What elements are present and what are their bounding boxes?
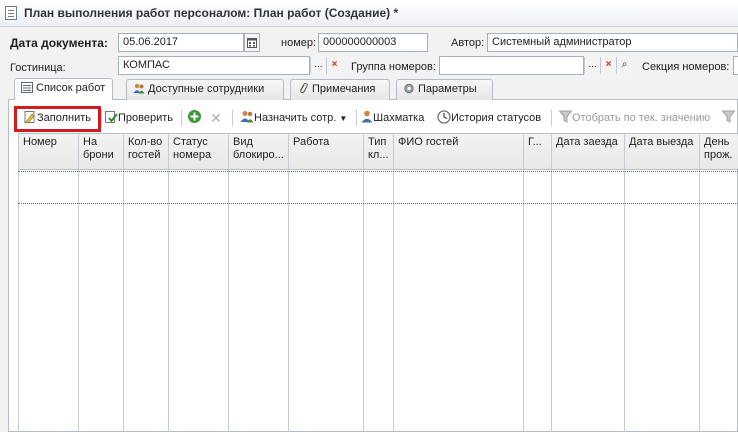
calendar-icon [247, 38, 257, 48]
search-icon[interactable]: ⌕ [616, 57, 632, 74]
number-label: номер: [281, 37, 317, 49]
clock-icon [437, 110, 451, 124]
number-field[interactable]: 000000000003 [318, 33, 428, 52]
room-group-clear-icon[interactable]: × [600, 57, 616, 74]
person-icon [361, 110, 373, 123]
chevron-down-icon: ▼ [339, 114, 348, 123]
filter-by-value-button[interactable]: Отобрать по тек. значению [558, 109, 711, 127]
column-header-room[interactable]: Номер [19, 133, 78, 168]
author-field[interactable]: Системный администратор [487, 33, 738, 52]
chess-board-button[interactable]: Шахматка [361, 109, 424, 127]
tab-label: Примечания [312, 83, 376, 95]
hotel-clear-icon[interactable]: × [326, 57, 342, 74]
status-history-label: История статусов [451, 112, 542, 124]
users-icon [240, 111, 254, 123]
users-icon [133, 83, 145, 94]
column-header-work[interactable]: Работа [289, 133, 363, 168]
check-label: Проверить [118, 112, 174, 124]
tab-notes[interactable]: Примечания [290, 79, 390, 100]
fill-button-highlight [14, 106, 101, 132]
date-label: Дата документа: [10, 36, 108, 50]
filter-by-value-label: Отобрать по тек. значению [572, 112, 711, 124]
add-button[interactable] [187, 109, 202, 127]
clear-filter-button[interactable] [721, 109, 736, 127]
toolbar-separator [181, 110, 182, 126]
check-button[interactable]: Проверить [104, 109, 173, 127]
column-header-client-type[interactable]: Тип кл... [364, 133, 393, 168]
column-header-on-booking[interactable]: На брони [79, 133, 123, 168]
list-icon [21, 82, 33, 93]
assign-staff-label: Назначить сотр. [254, 112, 337, 124]
toolbar-separator [101, 110, 102, 126]
column-header-room-status[interactable]: Статус номера [169, 133, 228, 168]
tab-work-list[interactable]: Список работ [14, 78, 113, 100]
tab-label: Параметры [418, 83, 477, 95]
status-history-button[interactable]: История статусов [437, 109, 541, 127]
tab-label: Доступные сотрудники [148, 83, 265, 95]
toolbar-separator [232, 110, 233, 126]
table-row[interactable] [18, 171, 738, 203]
room-group-field[interactable] [439, 56, 584, 75]
hotel-field[interactable]: КОМПАС [118, 56, 310, 75]
room-section-label: Секция номеров: [642, 61, 730, 73]
column-header-check-in[interactable]: Дата заезда [552, 133, 624, 168]
check-icon [105, 111, 118, 123]
filter-icon [558, 110, 573, 123]
column-header-block-type[interactable]: Вид блокиро... [229, 133, 288, 168]
grid-row-border [18, 203, 738, 204]
tab-label: Список работ [36, 82, 106, 94]
toolbar-separator [356, 110, 357, 126]
date-field[interactable]: 05.06.2017 [118, 33, 244, 52]
author-label: Автор: [451, 37, 485, 49]
column-header-g[interactable]: Г... [524, 133, 551, 168]
hotel-select-button[interactable]: ... [310, 57, 326, 74]
calendar-button[interactable] [244, 33, 260, 52]
room-group-select-button[interactable]: ... [584, 57, 600, 74]
delete-button[interactable]: ✕ [210, 109, 222, 127]
toolbar-separator [551, 110, 552, 126]
gear-icon [404, 83, 414, 94]
document-icon [5, 6, 17, 20]
window-title: План выполнения работ персоналом: План р… [24, 6, 399, 20]
column-header-stay-day[interactable]: День прож. [700, 133, 738, 168]
delete-icon: ✕ [210, 110, 222, 126]
room-section-field[interactable] [733, 56, 738, 75]
filter-clear-icon [721, 110, 736, 123]
tab-parameters[interactable]: Параметры [396, 79, 493, 100]
hotel-label: Гостиница: [10, 62, 66, 74]
assign-staff-button[interactable]: Назначить сотр. ▼ [240, 109, 347, 127]
column-header-check-out[interactable]: Дата выезда [625, 133, 699, 168]
room-group-label: Группа номеров: [351, 61, 436, 73]
chess-board-label: Шахматка [373, 112, 425, 124]
column-header-guest-names[interactable]: ФИО гостей [394, 133, 523, 168]
tab-available-staff[interactable]: Доступные сотрудники [126, 79, 284, 100]
paperclip-icon [300, 83, 308, 94]
column-header-guest-count[interactable]: Кол-во гостей [124, 133, 168, 168]
add-icon [188, 110, 201, 123]
